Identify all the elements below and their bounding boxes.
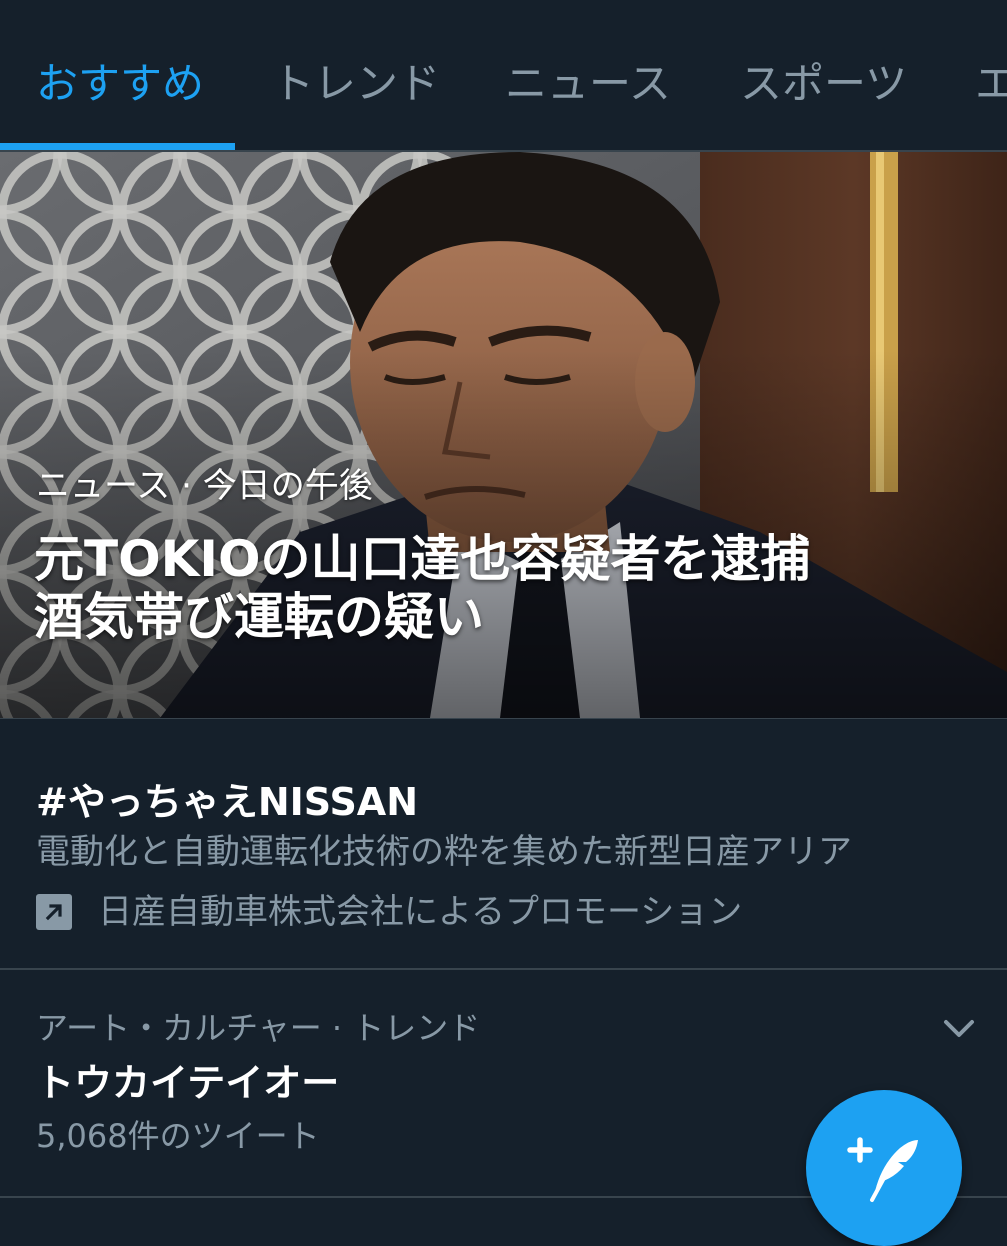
hero-meta: ニュース · 今日の午後 <box>36 466 373 506</box>
hero-news-card[interactable]: ニュース · 今日の午後 元TOKIOの山口達也容疑者を逮捕 酒気帯び運転の疑い <box>0 152 1007 718</box>
promoted-trend-item[interactable]: #やっちゃえNISSAN 電動化と自動運転化技術の粋を集めた新型日産アリア 日産… <box>0 738 1007 970</box>
tab-news[interactable]: ニュース <box>505 56 671 112</box>
section-divider <box>0 718 1007 738</box>
compose-tweet-icon <box>847 1137 918 1202</box>
tab-sports[interactable]: スポーツ <box>740 56 907 112</box>
promoted-by-label: 日産自動車株式会社によるプロモーション <box>98 892 743 932</box>
tab-trending[interactable]: トレンド <box>272 56 440 112</box>
trend-name: トウカイテイオー <box>36 1061 340 1105</box>
hero-headline[interactable]: 元TOKIOの山口達也容疑者を逮捕 酒気帯び運転の疑い <box>34 530 974 646</box>
hero-headline-line: 酒気帯び運転の疑い <box>34 588 484 646</box>
tab-recommended[interactable]: おすすめ <box>36 56 204 112</box>
active-tab-indicator <box>0 143 235 150</box>
promoted-by: 日産自動車株式会社によるプロモーション <box>36 890 742 934</box>
trend-tweet-count: 5,068件のツイート <box>36 1117 320 1155</box>
tab-entertainment[interactable]: エ <box>975 56 1007 112</box>
promoted-arrow-icon <box>36 894 72 930</box>
explore-tabs: おすすめ トレンド ニュース スポーツ エ <box>0 0 1007 150</box>
trend-category: アート・カルチャー · トレンド <box>36 1009 481 1047</box>
chevron-down-icon[interactable] <box>940 1014 978 1044</box>
hero-headline-line: 元TOKIOの山口達也容疑者を逮捕 <box>34 530 811 588</box>
compose-tweet-button[interactable] <box>806 1090 962 1246</box>
promoted-trend-description: 電動化と自動運転化技術の粋を集めた新型日産アリア <box>36 832 852 872</box>
promoted-trend-title: #やっちゃえNISSAN <box>36 780 419 824</box>
